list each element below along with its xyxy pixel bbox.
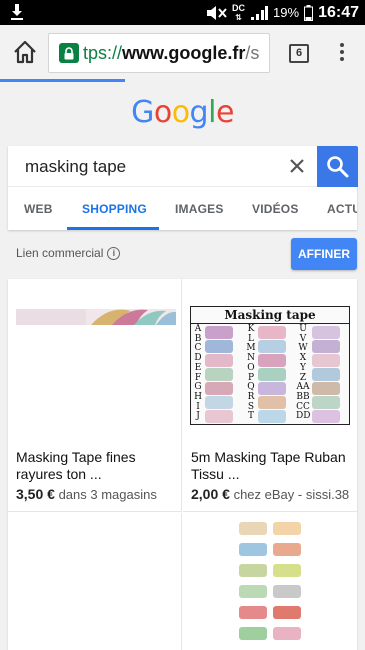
logo-letter: o	[153, 95, 172, 130]
network-type: DC ⇅	[232, 2, 246, 22]
product-price: 3,50 € dans 3 magasins	[16, 486, 157, 502]
signal-icon	[251, 5, 269, 20]
browser-toolbar: tps://www.google.fr/s 6	[0, 25, 365, 81]
product-price: 2,00 € chez eBay - sissi.38	[191, 486, 349, 502]
image-letters: U V W X Y Z AA BB CC DD	[296, 324, 311, 422]
download-icon	[11, 4, 23, 20]
price-source: dans 3 magasins	[58, 487, 157, 502]
refine-button[interactable]: AFFINER	[291, 238, 357, 270]
product-title[interactable]: Masking Tape fines rayures ton ...	[16, 449, 176, 483]
search-tabs: WEB SHOPPING IMAGES VIDÉOS ACTU	[8, 188, 357, 230]
product-card[interactable]	[8, 513, 182, 650]
menu-icon[interactable]	[337, 43, 347, 65]
search-card: masking tape WEB SHOPPING IMAGES VIDÉOS …	[8, 146, 358, 230]
product-card[interactable]: Masking Tape fines rayures ton ... 3,50 …	[8, 279, 182, 512]
logo-letter: G	[131, 95, 154, 130]
search-icon	[327, 156, 349, 178]
image-letters: KLMNOPQRST	[246, 324, 256, 422]
sponsored-label: Lien commercial i	[16, 246, 121, 260]
google-logo: Google	[0, 95, 365, 130]
tab-videos[interactable]: VIDÉOS	[252, 202, 299, 216]
close-icon[interactable]	[285, 154, 309, 178]
url-scheme: tps://	[83, 42, 123, 63]
status-bar: DC ⇅ 19% 16:47	[0, 0, 365, 25]
status-icons: DC ⇅ 19% 16:47	[205, 0, 359, 25]
price-value: 2,00 €	[191, 486, 230, 502]
lock-icon	[59, 43, 79, 63]
page-load-progress	[0, 79, 125, 82]
tab-switcher-button[interactable]: 6	[289, 44, 309, 63]
tape-stack	[205, 326, 233, 424]
product-title[interactable]: 5m Masking Tape Ruban Tissu ...	[191, 449, 351, 483]
product-card[interactable]	[183, 513, 357, 650]
tape-stack	[258, 326, 286, 424]
product-image	[239, 522, 301, 640]
info-icon[interactable]: i	[107, 246, 121, 260]
address-bar[interactable]: tps://www.google.fr/s	[48, 33, 270, 73]
image-caption: Masking tape	[191, 308, 349, 324]
url-path: /s	[245, 42, 260, 63]
tab-shopping[interactable]: SHOPPING	[82, 202, 147, 216]
search-query: masking tape	[25, 157, 127, 176]
price-value: 3,50 €	[16, 486, 55, 502]
mute-icon	[207, 5, 227, 20]
tab-web[interactable]: WEB	[24, 202, 53, 216]
tape-stack	[312, 326, 340, 424]
tab-actu[interactable]: ACTU	[327, 202, 357, 216]
logo-letter: o	[171, 95, 190, 130]
product-grid: Masking Tape fines rayures ton ... 3,50 …	[8, 279, 357, 650]
price-source: chez eBay - sissi.38	[233, 487, 350, 502]
battery-icon	[304, 4, 314, 21]
tab-images[interactable]: IMAGES	[175, 202, 224, 216]
logo-letter: g	[189, 95, 209, 130]
active-tab-indicator	[67, 227, 159, 230]
battery-percent: 19%	[273, 5, 300, 20]
image-letters: ABCDEFGHIJ	[194, 324, 202, 422]
search-input[interactable]: masking tape	[8, 146, 317, 187]
url-host: www.google.fr	[122, 42, 246, 63]
logo-letter: l	[208, 95, 216, 130]
clock: 16:47	[318, 3, 359, 21]
search-button[interactable]	[317, 146, 358, 187]
product-card[interactable]: Masking tape ABCDEFGHIJ KLMNOPQRST UVWXY…	[183, 279, 357, 512]
product-image: Masking tape ABCDEFGHIJ KLMNOPQRST UVWXY…	[190, 306, 350, 425]
logo-letter: e	[215, 95, 234, 130]
sponsored-text: Lien commercial	[16, 246, 104, 260]
product-image	[16, 309, 176, 325]
home-icon[interactable]	[12, 39, 38, 65]
